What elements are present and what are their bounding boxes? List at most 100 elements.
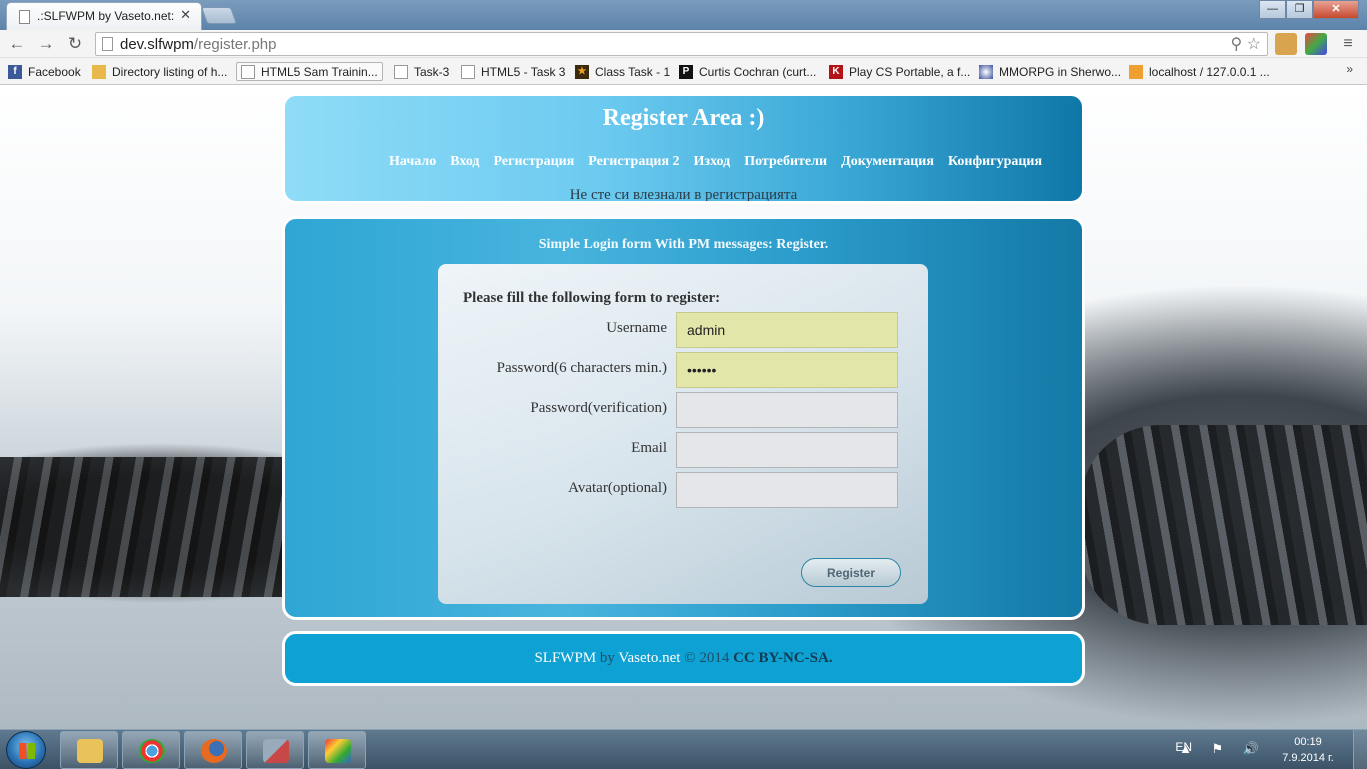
tab-title: .:SLFWPM by Vaseto.net:. bbox=[37, 9, 175, 23]
bookmark-item[interactable]: f Facebook bbox=[8, 62, 81, 81]
folder-icon bbox=[77, 739, 103, 763]
facebook-icon: f bbox=[8, 64, 22, 79]
password-verification-field[interactable] bbox=[676, 392, 898, 428]
p-logo-icon: P bbox=[679, 64, 693, 79]
k-logo-icon: K bbox=[829, 64, 843, 79]
nav-link-register[interactable]: Регистрация bbox=[494, 154, 575, 170]
show-desktop-button[interactable] bbox=[1353, 730, 1367, 769]
background-artwork bbox=[1080, 425, 1367, 625]
start-button[interactable] bbox=[6, 731, 46, 769]
nav-link-documentation[interactable]: Документация bbox=[841, 154, 934, 170]
nav-link-home[interactable]: Начало bbox=[389, 154, 436, 170]
main-nav: Начало Вход Регистрация Регистрация 2 Из… bbox=[389, 154, 1056, 170]
bookmarks-bar: f Facebook Directory listing of h... HTML… bbox=[0, 58, 1367, 85]
nav-link-users[interactable]: Потребители bbox=[744, 154, 827, 170]
form-row: Avatar(optional) bbox=[438, 472, 928, 508]
form-row: Email bbox=[438, 432, 928, 468]
browser-titlebar: .:SLFWPM by Vaseto.net:. ✕ — ❐ ✕ bbox=[0, 0, 1367, 30]
forward-button[interactable]: → bbox=[35, 33, 57, 55]
menu-icon[interactable]: ≡ bbox=[1337, 33, 1359, 55]
maximize-button[interactable]: ❐ bbox=[1286, 0, 1313, 19]
form-row: Username bbox=[438, 312, 928, 348]
windows-logo-icon bbox=[19, 743, 35, 759]
minimize-button[interactable]: — bbox=[1259, 0, 1286, 19]
page-icon bbox=[19, 10, 30, 24]
footer-copyright: © 2014 bbox=[684, 650, 730, 666]
bookmark-item[interactable]: HTML5 - Task 3 bbox=[461, 62, 565, 81]
clock[interactable]: 00:19 7.9.2014 г. bbox=[1275, 734, 1341, 766]
bookmark-label: Class Task - 1 bbox=[595, 64, 671, 79]
bookmark-label: localhost / 127.0.0.1 ... bbox=[1149, 64, 1270, 79]
extension-icon[interactable] bbox=[1275, 33, 1297, 55]
bookmark-label: Directory listing of h... bbox=[112, 64, 228, 79]
nav-link-login[interactable]: Вход bbox=[450, 154, 479, 170]
game-icon bbox=[979, 64, 993, 79]
url-text: dev.slfwpm/register.php bbox=[120, 36, 276, 53]
bookmark-item[interactable]: localhost / 127.0.0.1 ... bbox=[1129, 62, 1270, 81]
phpmyadmin-icon bbox=[1129, 64, 1143, 79]
taskbar-app-explorer[interactable] bbox=[60, 731, 118, 769]
taskbar-app-firefox[interactable] bbox=[184, 731, 242, 769]
url-path: /register.php bbox=[193, 36, 277, 53]
address-bar[interactable]: dev.slfwpm/register.php ⚲ ☆ bbox=[95, 32, 1268, 56]
browser-toolbar: ← → ↻ dev.slfwpm/register.php ⚲ ☆ ≡ bbox=[0, 30, 1367, 58]
nav-link-register-2[interactable]: Регистрация 2 bbox=[588, 154, 679, 170]
header-panel: Register Area :) Начало Вход Регистрация… bbox=[282, 93, 1085, 204]
bookmarks-overflow-icon[interactable]: » bbox=[1346, 62, 1353, 76]
form-row: Password(6 characters min.) bbox=[438, 352, 928, 388]
nav-link-configuration[interactable]: Конфигурация bbox=[948, 154, 1042, 170]
footer-site-name: SLFWPM bbox=[534, 650, 597, 666]
page-icon bbox=[461, 64, 475, 79]
form-heading: Please fill the following form to regist… bbox=[463, 290, 721, 306]
clock-time: 00:19 bbox=[1294, 736, 1322, 748]
avatar-label: Avatar(optional) bbox=[568, 480, 667, 496]
tray-icons[interactable]: ▲ ⚑ 🔊 bbox=[1179, 741, 1267, 757]
email-label: Email bbox=[631, 440, 667, 456]
email-field[interactable] bbox=[676, 432, 898, 468]
login-status-text: Не сте си влезнали в регистрацията bbox=[569, 187, 798, 203]
footer-author-link[interactable]: Vaseto.net bbox=[618, 650, 680, 666]
bookmark-item[interactable]: K Play CS Portable, a f... bbox=[829, 62, 970, 81]
system-tray: EN ▲ ⚑ 🔊 00:19 7.9.2014 г. bbox=[1167, 730, 1367, 769]
star-icon: ★ bbox=[575, 64, 589, 79]
taskbar-app-chrome[interactable] bbox=[122, 731, 180, 769]
avatar-field[interactable] bbox=[676, 472, 898, 508]
section-title: Simple Login form With PM messages: Regi… bbox=[538, 237, 829, 252]
nav-link-logout[interactable]: Изход bbox=[694, 154, 731, 170]
reload-button[interactable]: ↻ bbox=[64, 33, 86, 55]
window-controls: — ❐ ✕ bbox=[1259, 0, 1359, 19]
bookmark-label: Facebook bbox=[28, 64, 81, 79]
chrome-icon bbox=[139, 739, 165, 763]
bookmark-item[interactable]: Directory listing of h... bbox=[92, 62, 227, 81]
bookmark-label: Curtis Cochran (curt... bbox=[699, 64, 817, 79]
footer-text: SLFWPM by Vaseto.net © 2014 CC BY-NC-SA. bbox=[285, 650, 1082, 667]
back-button[interactable]: ← bbox=[6, 33, 28, 55]
username-label: Username bbox=[606, 320, 667, 336]
bookmark-label: Task-3 bbox=[414, 64, 450, 79]
username-field[interactable] bbox=[676, 312, 898, 348]
url-host: dev.slfwpm bbox=[120, 36, 194, 53]
register-button[interactable]: Register bbox=[801, 558, 901, 587]
password-verification-label: Password(verification) bbox=[530, 400, 667, 416]
taskbar-app-4[interactable] bbox=[246, 731, 304, 769]
folder-icon bbox=[92, 64, 106, 79]
extension-icon[interactable] bbox=[1305, 33, 1327, 55]
bookmark-item[interactable]: P Curtis Cochran (curt... bbox=[679, 62, 816, 81]
tab-close-icon[interactable]: ✕ bbox=[180, 7, 191, 23]
bookmark-label: HTML5 - Task 3 bbox=[481, 64, 566, 79]
page-icon bbox=[102, 37, 113, 51]
taskbar-app-paint[interactable] bbox=[308, 731, 366, 769]
form-row: Password(verification) bbox=[438, 392, 928, 428]
paint-icon bbox=[325, 739, 351, 763]
new-tab-button[interactable] bbox=[200, 7, 238, 24]
bookmark-item[interactable]: Task-3 bbox=[394, 62, 449, 81]
bookmark-star-icon[interactable]: ⚲ ☆ bbox=[1230, 34, 1261, 54]
bookmark-item[interactable]: MMORPG in Sherwo... bbox=[979, 62, 1121, 81]
bookmark-item[interactable]: HTML5 Sam Trainin... bbox=[236, 62, 383, 81]
password-field[interactable] bbox=[676, 352, 898, 388]
browser-tab[interactable]: .:SLFWPM by Vaseto.net:. ✕ bbox=[6, 2, 202, 30]
window-close-button[interactable]: ✕ bbox=[1313, 0, 1359, 19]
bookmark-label: MMORPG in Sherwo... bbox=[999, 64, 1122, 79]
bookmark-item[interactable]: ★ Class Task - 1 bbox=[575, 62, 670, 81]
footer-by: by bbox=[599, 650, 615, 666]
